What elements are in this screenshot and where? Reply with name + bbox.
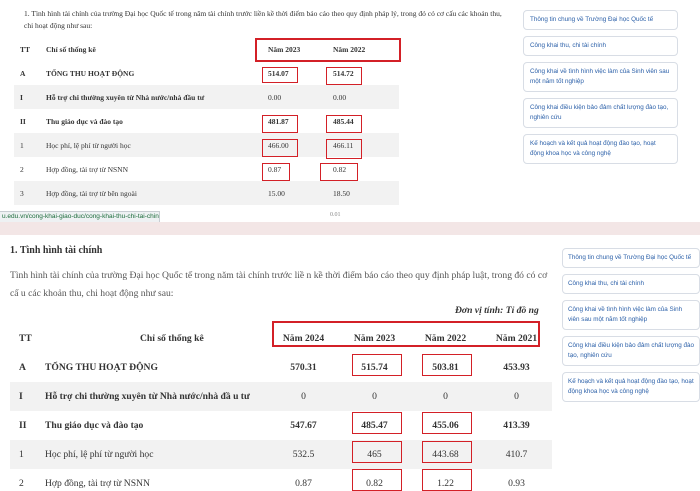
row-value-2021: 453.93 bbox=[503, 362, 530, 373]
row-name: Thu giáo dục và đào tạo bbox=[45, 420, 144, 431]
row-value-2021: 410.7 bbox=[481, 440, 552, 469]
row-value-2021: 0 bbox=[481, 382, 552, 411]
row-value-2024: 0 bbox=[268, 382, 339, 411]
highlight-box bbox=[262, 115, 298, 133]
header-name: Chỉ số thống kê bbox=[42, 37, 264, 61]
row-name: Học phí, lệ phí từ người học bbox=[42, 133, 264, 157]
highlight-box bbox=[352, 354, 402, 376]
highlight-box bbox=[422, 412, 472, 434]
highlight-box bbox=[262, 67, 298, 83]
row-value-2024: 547.67 bbox=[290, 420, 317, 431]
sidebar-link-quality[interactable]: Công khai điều kiện bảo đảm chất lượng đ… bbox=[523, 98, 678, 128]
row-value-2023: 0 bbox=[339, 382, 410, 411]
row-tt: 1 bbox=[14, 133, 42, 157]
highlight-box bbox=[326, 67, 362, 85]
highlight-box bbox=[352, 412, 402, 434]
row-tt: 1 bbox=[10, 440, 43, 469]
row-value-2021: 413.39 bbox=[503, 420, 530, 431]
sidebar-link-quality[interactable]: Công khai điều kiện bảo đảm chất lượng đ… bbox=[562, 336, 700, 366]
table-row: I Hỗ trợ chi thường xuyên từ Nhà nước/nh… bbox=[10, 382, 552, 411]
highlight-box bbox=[352, 441, 402, 463]
sidebar-link-finance[interactable]: Công khai thu, chi tài chính bbox=[562, 274, 700, 294]
row-value-2021: 0.93 bbox=[508, 478, 525, 489]
table-row: I Hỗ trợ chi thường xuyên từ Nhà nước/nh… bbox=[14, 85, 399, 109]
sidebar-link-finance[interactable]: Công khai thu, chi tài chính bbox=[523, 36, 678, 56]
sidebar-link-employment[interactable]: Công khai về tình hình việc làm của Sinh… bbox=[523, 62, 678, 92]
intro-paragraph: 1. Tình hình tài chính của trường Đại họ… bbox=[24, 9, 502, 30]
sidebar-link-general-info[interactable]: Thông tin chung về Trường Đại học Quốc t… bbox=[523, 10, 678, 30]
highlight-box bbox=[262, 139, 298, 157]
row-value-2022: 0 bbox=[410, 382, 481, 411]
section-title: 1. Tình hình tài chính bbox=[10, 245, 103, 256]
row-name: Hợp đồng, tài trợ từ NSNN bbox=[45, 478, 150, 489]
unit-label: Đơn vị tính: Tỉ đồ ng bbox=[455, 305, 539, 316]
intro-paragraph: Tình hình tài chính của trường Đại học Q… bbox=[10, 270, 548, 299]
row-value-2023: 15.00 bbox=[264, 181, 329, 205]
row-name: Hỗ trợ chi thường xuyên từ Nhà nước/nhà … bbox=[42, 85, 264, 109]
highlight-year-headers bbox=[255, 38, 401, 62]
highlight-year-headers bbox=[272, 321, 540, 347]
header-tt: TT bbox=[14, 37, 42, 61]
row-value-2022: 18.50 bbox=[329, 181, 399, 205]
highlight-box bbox=[352, 469, 402, 491]
row-name: Hợp đồng, tài trợ từ bên ngoài bbox=[42, 181, 264, 205]
status-bar-url: u.edu.vn/cong-khai-giao-duc/cong-khai-th… bbox=[0, 211, 160, 222]
panel-divider bbox=[0, 222, 700, 235]
row-tt: I bbox=[14, 85, 42, 109]
bottom-screenshot-panel: 1. Tình hình tài chính Tình hình tài chí… bbox=[0, 235, 700, 491]
row-tt: II bbox=[20, 116, 26, 126]
row-name: Học phí, lệ phí từ người học bbox=[43, 440, 268, 469]
highlight-box bbox=[422, 469, 472, 491]
row-value-2024: 570.31 bbox=[290, 362, 317, 373]
highlight-box bbox=[422, 354, 472, 376]
table-row: 3 Hợp đồng, tài trợ từ bên ngoài 15.00 1… bbox=[14, 181, 399, 205]
sidebar-link-plans[interactable]: Kế hoạch và kết quả hoạt động đào tạo, h… bbox=[562, 372, 700, 402]
row-tt: 2 bbox=[20, 164, 24, 174]
highlight-box bbox=[262, 163, 290, 181]
row-name: Hỗ trợ chi thường xuyên từ Nhà nước/nhà … bbox=[43, 382, 268, 411]
row-name: Hợp đồng, tài trợ từ NSNN bbox=[46, 164, 128, 174]
top-screenshot-panel: 1. Tình hình tài chính của trường Đại họ… bbox=[0, 0, 700, 222]
sidebar-bottom: Thông tin chung về Trường Đại học Quốc t… bbox=[562, 248, 700, 408]
highlight-box bbox=[326, 139, 362, 159]
header-name: Chỉ số thống kê bbox=[43, 324, 268, 353]
cut-off-value: 0.01 bbox=[330, 212, 341, 218]
row-value-2024: 0.87 bbox=[295, 478, 312, 489]
sidebar-link-general-info[interactable]: Thông tin chung về Trường Đại học Quốc t… bbox=[562, 248, 700, 268]
row-tt: A bbox=[19, 362, 26, 373]
row-value-2024: 532.5 bbox=[268, 440, 339, 469]
sidebar-link-employment[interactable]: Công khai về tình hình việc làm của Sinh… bbox=[562, 300, 700, 330]
sidebar-top: Thông tin chung về Trường Đại học Quốc t… bbox=[523, 10, 678, 170]
highlight-box bbox=[326, 115, 362, 133]
row-tt: A bbox=[20, 68, 26, 78]
header-tt: TT bbox=[10, 324, 43, 353]
row-name: TỔNG THU HOẠT ĐỘNG bbox=[46, 68, 135, 78]
row-value-2022: 0.00 bbox=[329, 85, 399, 109]
finance-table-new: TT Chỉ số thống kê Năm 2024 Năm 2023 Năm… bbox=[10, 324, 552, 491]
row-value-2023: 0.00 bbox=[264, 85, 329, 109]
row-tt: 3 bbox=[14, 181, 42, 205]
highlight-box bbox=[422, 441, 472, 463]
sidebar-link-plans[interactable]: Kế hoạch và kết quả hoạt động đào tạo, h… bbox=[523, 134, 678, 164]
row-tt: I bbox=[10, 382, 43, 411]
row-name: TỔNG THU HOẠT ĐỘNG bbox=[45, 362, 158, 373]
row-name: Thu giáo dục và đào tạo bbox=[46, 116, 123, 126]
highlight-box bbox=[320, 163, 358, 181]
row-tt: II bbox=[19, 420, 27, 431]
row-tt: 2 bbox=[19, 478, 24, 489]
